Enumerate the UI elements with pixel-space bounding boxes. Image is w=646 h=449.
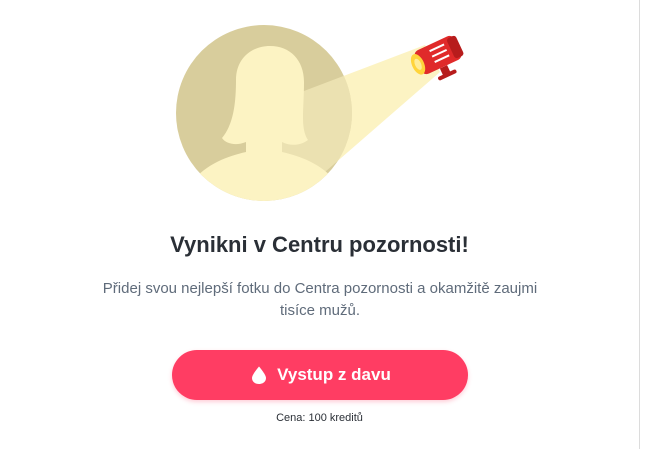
stand-out-button[interactable]: Vystup z davu: [172, 350, 468, 400]
spotlight-title: Vynikni v Centru pozornosti!: [170, 232, 469, 257]
spotlight-illustration: [0, 0, 646, 230]
spotlight-description: Přidej svou nejlepší fotku do Centra poz…: [102, 280, 538, 319]
price-text: Cena: 100 kreditů: [276, 412, 363, 424]
stand-out-button-label: Vystup z davu: [277, 365, 391, 384]
drop-icon: [249, 365, 269, 385]
